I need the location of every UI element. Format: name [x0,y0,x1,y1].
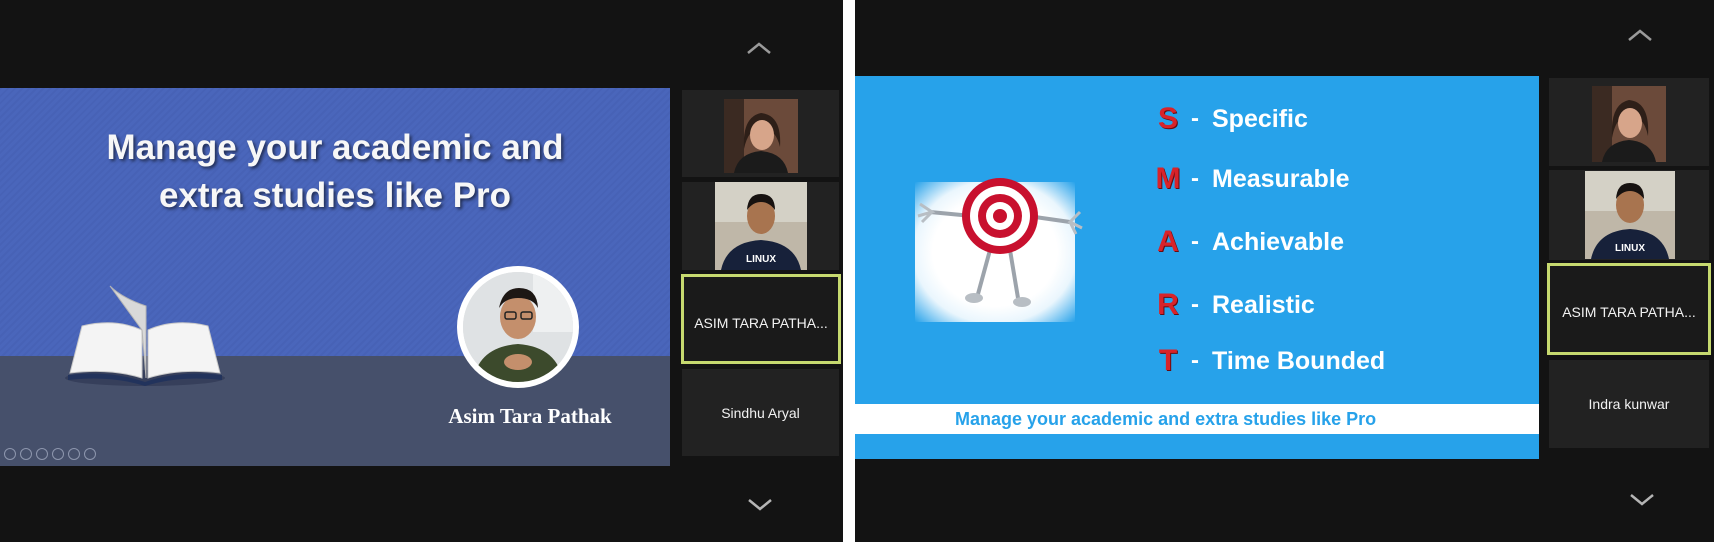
zoom-icon[interactable] [68,448,80,460]
participant-name: ASIM TARA PATHA... [1562,304,1696,320]
smart-word: Specific [1212,104,1308,133]
participant-name: Sindhu Aryal [721,405,800,421]
participant-video [724,99,798,173]
smart-dash: - [1191,105,1199,132]
slide-controls [4,448,96,460]
shirt-text: LINUX [746,254,776,265]
participant-video [1592,86,1666,162]
smart-row-t: T - Time Bounded [1152,344,1385,378]
panel-divider [843,0,855,542]
smart-letter: T [1158,344,1178,377]
meeting-window-right: S - Specific M - Measurable A - Achievab… [855,0,1714,542]
chevron-up-icon[interactable] [746,41,772,55]
smart-word: Time Bounded [1212,346,1386,375]
view-icon[interactable] [52,448,64,460]
smart-letter: S [1157,102,1178,135]
smart-dash: - [1191,291,1199,318]
chevron-down-icon[interactable] [747,498,773,512]
smart-dash: - [1191,228,1199,255]
smart-word: Achievable [1212,227,1345,256]
participant-tile-1[interactable] [1549,78,1709,166]
slide-title: Manage your academic and extra studies l… [106,128,564,215]
pen-icon[interactable] [36,448,48,460]
presenter-avatar [457,266,579,388]
participant-tile-4[interactable]: Sindhu Aryal [682,369,839,456]
smart-letter: R [1157,288,1179,321]
chevron-up-icon[interactable] [1627,28,1653,42]
prev-slide-icon[interactable] [4,448,16,460]
smart-row-s: S - Specific [1152,102,1308,136]
smart-row-a: A - Achievable [1152,225,1344,259]
participant-name: Indra kunwar [1588,396,1670,412]
participant-video: LINUX [1585,171,1675,259]
smart-word: Measurable [1212,164,1350,193]
shared-screen-slide: S - Specific M - Measurable A - Achievab… [855,76,1539,459]
smart-letter: A [1157,225,1179,258]
shared-screen-slide: Manage your academic and extra studies l… [0,88,670,466]
smart-row-r: R - Realistic [1152,288,1315,322]
target-icon [917,178,1083,307]
banner-text: Manage your academic and extra studies l… [955,409,1377,429]
participant-video: LINUX [715,182,807,270]
participant-tile-2[interactable]: LINUX [1549,170,1709,260]
participant-tile-active-speaker[interactable]: ASIM TARA PATHA... [1547,263,1711,355]
book-icon [65,285,225,386]
participant-tile-1[interactable] [682,90,839,177]
participant-name: ASIM TARA PATHA... [694,315,828,331]
smart-dash: - [1191,165,1199,192]
participant-tile-2[interactable]: LINUX [682,182,839,270]
next-slide-icon[interactable] [20,448,32,460]
smart-word: Realistic [1212,290,1315,319]
participant-tile-active-speaker[interactable]: ASIM TARA PATHA... [681,274,841,364]
more-icon[interactable] [84,448,96,460]
smart-letter: M [1155,162,1181,195]
slide-banner: Manage your academic and extra studies l… [855,404,1539,434]
smart-dash: - [1191,347,1199,374]
meeting-window-left: Manage your academic and extra studies l… [0,0,843,542]
shirt-text: LINUX [1615,243,1645,254]
smart-row-m: M - Measurable [1152,162,1350,196]
participant-tile-4[interactable]: Indra kunwar [1549,360,1709,448]
chevron-down-icon[interactable] [1629,493,1655,507]
presenter-name: Asim Tara Pathak [448,404,612,428]
